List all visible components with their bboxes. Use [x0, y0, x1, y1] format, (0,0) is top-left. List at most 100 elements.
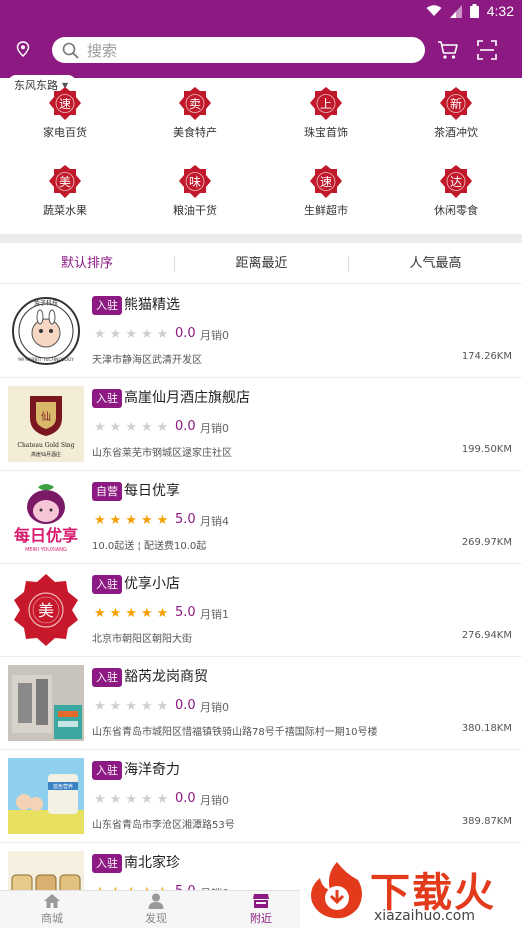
category-badge-icon: 上: [310, 87, 342, 120]
category-glyph: 新: [450, 96, 462, 111]
rating-value: 0.0: [175, 791, 196, 806]
star-icon: ★: [156, 513, 169, 528]
store-badge: 入驻: [92, 854, 122, 873]
star-icon: ★: [94, 327, 106, 342]
category-glyph: 卖: [189, 97, 201, 111]
category-badge-icon: 速: [310, 165, 342, 198]
cart-icon[interactable]: [437, 40, 459, 60]
star-icon: ★: [156, 606, 169, 621]
thumb-glyph: 美: [38, 601, 54, 620]
section-divider: [0, 234, 522, 243]
star-icon: ★: [156, 420, 169, 435]
store-distance: 276.94KM: [461, 630, 512, 641]
search-input[interactable]: 搜索: [52, 37, 425, 63]
star-icon: ★: [140, 513, 153, 528]
store-name: 南北家珍: [124, 855, 180, 871]
star-rating: ★★★★★: [94, 328, 168, 342]
monthly-sales: 月销4: [200, 515, 229, 528]
store-thumbnail: 蓝色营养: [8, 758, 84, 834]
star-rating: ★★★★★: [94, 514, 168, 528]
category-item[interactable]: 达 休闲零食: [391, 164, 521, 234]
category-badge-icon: 新: [440, 87, 472, 120]
rating-value: 5.0: [175, 605, 196, 620]
watermark-logo-icon: [311, 862, 362, 919]
store-address: 北京市朝阳区朝阳大街: [92, 634, 192, 645]
category-badge-icon: 速: [49, 87, 81, 120]
store-card[interactable]: 兔子科技 99 RABBIT TECHNOLOGY 入驻 熊猫精选 ★ ★ ★ ★ ★ …: [0, 285, 522, 378]
tab-default-sort[interactable]: 默认排序: [0, 244, 174, 284]
monthly-sales: 月销0: [200, 422, 229, 435]
store-distance: 174.26KM: [461, 351, 512, 362]
star-icon: ★: [109, 327, 122, 342]
star-icon: ★: [94, 513, 106, 528]
store-card[interactable]: 入驻 豁芮龙岗商贸 ★ ★ ★ ★ ★ 0.0 月销0 山东省青岛市城阳区惜福镇铁骑山路…: [0, 657, 522, 750]
tab-most-popular[interactable]: 人气最高: [349, 244, 522, 284]
store-card[interactable]: 仙 Chateau Gold Sing 高崖仙月酒庄 入驻 高崖仙月酒庄旗舰店 …: [0, 378, 522, 471]
category-item[interactable]: 味 粮油干货: [130, 164, 260, 234]
store-card[interactable]: 美 入驻 优享小店 ★ ★ ★ ★ ★ 5.0 月销1 北京市朝阳区朝阳大街 276.9…: [0, 564, 522, 657]
star-icon: ★: [94, 420, 106, 435]
store-badge: 入驻: [92, 761, 122, 780]
star-icon: ★: [140, 606, 153, 621]
store-badge: 入驻: [92, 389, 122, 408]
star-rating: ★★★★★: [94, 793, 168, 807]
star-icon: ★: [125, 327, 137, 342]
thumb-main-text: 每日优享: [14, 526, 78, 545]
category-glyph: 速: [320, 175, 332, 189]
category-item[interactable]: 美 蔬菜水果: [0, 164, 130, 234]
store-distance: 269.97KM: [461, 537, 512, 548]
star-icon: ★: [156, 327, 169, 342]
category-item[interactable]: 速 生鲜超市: [261, 164, 391, 234]
delivery-info: 10.0起送 ¦ 配送费10.0起: [92, 541, 207, 552]
thumb-sub-text: MEIRI YOUXIANG: [25, 547, 67, 553]
nav-discover[interactable]: 发现: [126, 893, 186, 926]
search-placeholder: 搜索: [87, 41, 118, 60]
category-glyph: 速: [59, 97, 71, 111]
store-card[interactable]: 蓝色营养 入驻 海洋奇力 ★ ★ ★ ★ ★ 0.0 月销0 山东省青岛市李沧区湘潭路5…: [0, 750, 522, 843]
star-rating: ★★★★★: [94, 700, 168, 714]
star-icon: ★: [140, 792, 153, 807]
store-thumbnail: 兔子科技 99 RABBIT TECHNOLOGY: [8, 293, 84, 369]
store-distance: 380.18KM: [461, 723, 512, 734]
scan-icon[interactable]: [477, 40, 497, 60]
store-name: 豁芮龙岗商贸: [124, 669, 208, 685]
category-label: 家电百货: [43, 126, 87, 139]
category-item[interactable]: 上 珠宝首饰: [261, 86, 391, 156]
store-name: 海洋奇力: [124, 762, 180, 778]
tab-nearest[interactable]: 距离最近: [175, 244, 348, 284]
nav-mall[interactable]: 商城: [22, 893, 82, 926]
category-label: 美食特产: [173, 126, 217, 139]
star-icon: ★: [109, 792, 122, 807]
store-badge: 入驻: [92, 296, 122, 315]
category-item[interactable]: 新 茶酒冲饮: [391, 86, 521, 156]
store-thumbnail: 仙 Chateau Gold Sing 高崖仙月酒庄: [8, 386, 84, 462]
category-item[interactable]: 速 家电百货: [0, 86, 130, 156]
star-icon: ★: [94, 606, 106, 621]
store-address: 天津市静海区武清开发区: [92, 355, 202, 366]
signal-icon: [449, 4, 462, 18]
star-icon: ★: [125, 792, 137, 807]
star-icon: ★: [109, 699, 122, 714]
category-label: 生鲜超市: [304, 204, 348, 217]
thumb-product-text: 蓝色营养: [53, 783, 73, 790]
location-pin-icon[interactable]: [16, 41, 30, 57]
status-time: 4:32: [486, 3, 514, 19]
star-icon: ★: [140, 420, 153, 435]
star-icon: ★: [94, 792, 106, 807]
category-glyph: 美: [59, 175, 71, 189]
category-grid: 速 家电百货 卖 美食特产 上 珠宝首饰 新 茶酒冲饮 美 蔬菜水果 味 粮油干…: [0, 84, 522, 234]
store-card[interactable]: 每日优享 MEIRI YOUXIANG 自营 每日优享 ★ ★ ★ ★ ★ 5.0 月销…: [0, 471, 522, 564]
store-address: 山东省莱芜市钢城区逯家庄社区: [92, 448, 232, 459]
store-name: 优享小店: [124, 576, 180, 592]
watermark: 下载火 xiazaihuo.com: [300, 856, 522, 928]
star-rating: ★★★★★: [94, 421, 168, 435]
category-label: 蔬菜水果: [43, 204, 87, 217]
nav-nearby[interactable]: 附近: [231, 893, 291, 926]
category-item[interactable]: 卖 美食特产: [130, 86, 260, 156]
star-icon: ★: [156, 699, 169, 714]
store-thumbnail: [8, 665, 84, 741]
star-icon: ★: [109, 513, 122, 528]
rating-value: 0.0: [175, 419, 196, 434]
category-label: 休闲零食: [434, 204, 478, 217]
store-distance: 199.50KM: [461, 444, 512, 455]
